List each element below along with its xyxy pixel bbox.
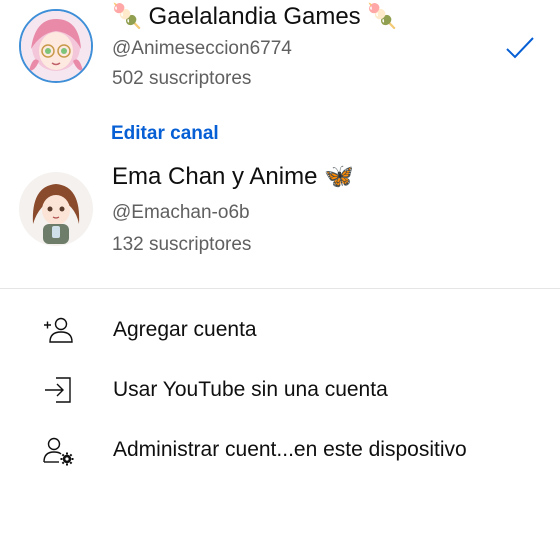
manage-accounts-item[interactable]: Administrar cuent...en este dispositivo [0, 422, 560, 478]
account-handle: @Emachan-o6b [112, 202, 250, 223]
checkmark-icon [506, 37, 534, 59]
add-person-icon [44, 317, 73, 343]
anime-girl-avatar-icon [19, 172, 93, 246]
account-subscribers: 502 suscriptores [112, 68, 252, 89]
avatar [19, 9, 93, 83]
sign-in-arrow-icon [45, 377, 71, 403]
edit-channel-link[interactable]: Editar canal [111, 123, 219, 145]
account-subscribers: 132 suscriptores [112, 234, 252, 255]
account-name: Ema Chan y Anime 🦋 [112, 163, 354, 190]
use-youtube-signed-out-label: Usar YouTube sin una cuenta [113, 378, 388, 401]
account-row-ema-chan[interactable]: Ema Chan y Anime 🦋 @Emachan-o6b 132 susc… [0, 160, 560, 260]
account-name: 🍡 Gaelalandia Games 🍡 [112, 3, 398, 30]
divider [0, 288, 560, 289]
use-youtube-signed-out-item[interactable]: Usar YouTube sin una cuenta [0, 362, 560, 418]
add-account-item[interactable]: Agregar cuenta [0, 302, 560, 358]
avatar [19, 172, 93, 246]
add-account-label: Agregar cuenta [113, 318, 257, 341]
account-row-gaelalandia[interactable]: 🍡 Gaelalandia Games 🍡 @Animeseccion6774 … [0, 0, 560, 110]
manage-accounts-icon [43, 437, 74, 466]
manage-accounts-label: Administrar cuent...en este dispositivo [113, 438, 467, 461]
anime-girl-avatar-icon [21, 11, 91, 81]
account-handle: @Animeseccion6774 [112, 38, 292, 59]
